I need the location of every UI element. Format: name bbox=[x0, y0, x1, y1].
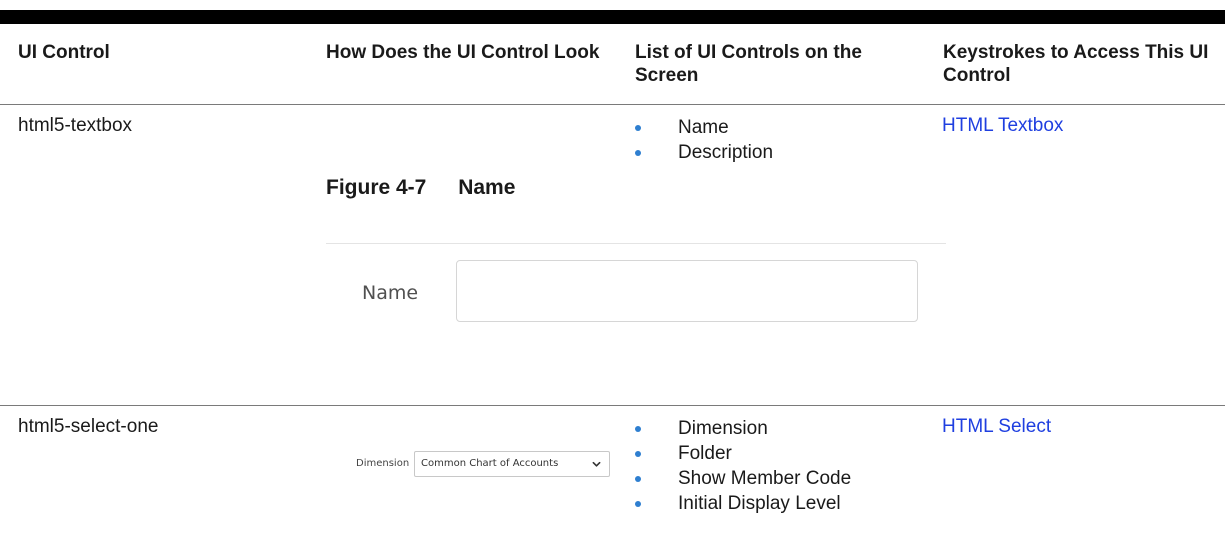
bullet-icon bbox=[635, 501, 641, 507]
header-ui-control: UI Control bbox=[18, 42, 110, 63]
dimension-select[interactable]: Common Chart of Accounts bbox=[414, 451, 610, 477]
figure-title: Name bbox=[458, 176, 516, 199]
bullet-icon bbox=[635, 426, 641, 432]
list-item: Name bbox=[633, 115, 773, 140]
bullet-icon bbox=[635, 125, 641, 131]
controls-list: Dimension Folder Show Member Code Initia… bbox=[633, 416, 851, 516]
name-field-label: Name bbox=[362, 282, 419, 304]
header-how-does-it-look: How Does the UI Control Look bbox=[326, 42, 600, 63]
controls-list: Name Description bbox=[633, 115, 773, 165]
bullet-icon bbox=[635, 150, 641, 156]
name-input[interactable] bbox=[456, 260, 918, 322]
figure-caption: Figure 4-7 Name bbox=[326, 176, 515, 200]
control-name: html5-select-one bbox=[18, 416, 159, 437]
list-item: Show Member Code bbox=[633, 466, 851, 491]
figure-textbox-example: Name bbox=[326, 243, 946, 334]
list-item: Initial Display Level bbox=[633, 491, 851, 516]
row-divider bbox=[0, 405, 1225, 406]
header-keystrokes: Keystrokes to Access This UI Control bbox=[943, 42, 1209, 86]
control-name: html5-textbox bbox=[18, 115, 133, 136]
bullet-icon bbox=[635, 476, 641, 482]
bullet-icon bbox=[635, 451, 641, 457]
list-item: Dimension bbox=[633, 416, 851, 441]
header-list-of-controls: List of UI Controls on the Screen bbox=[635, 42, 862, 86]
chevron-down-icon bbox=[592, 461, 601, 467]
dimension-select-value: Common Chart of Accounts bbox=[421, 458, 559, 469]
figure-number: Figure 4-7 bbox=[326, 176, 427, 199]
html-textbox-link[interactable]: HTML Textbox bbox=[942, 115, 1063, 137]
table-top-border bbox=[0, 10, 1225, 24]
list-item: Description bbox=[633, 140, 773, 165]
html-select-link[interactable]: HTML Select bbox=[942, 416, 1051, 438]
list-item: Folder bbox=[633, 441, 851, 466]
header-bottom-rule bbox=[0, 104, 1225, 105]
dimension-label: Dimension bbox=[356, 458, 410, 469]
